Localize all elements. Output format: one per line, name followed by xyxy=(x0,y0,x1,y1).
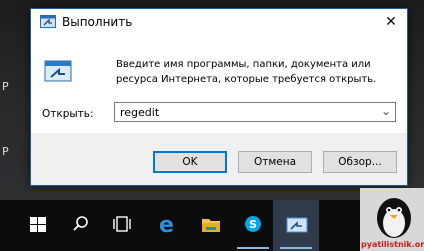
desktop-edge-glyphs: Р Р xyxy=(2,80,9,158)
dialog-content: Введите имя программы, папки, документа … xyxy=(31,35,407,133)
svg-text:e: e xyxy=(159,213,174,238)
site-watermark: pyatilistnik.org xyxy=(360,188,424,251)
run-app-large-icon xyxy=(44,60,72,82)
watermark-text: pyatilistnik.org xyxy=(361,240,424,249)
dialog-footer: OK Отмена Обзор... xyxy=(31,133,407,185)
open-label: Открыть: xyxy=(42,108,94,120)
skype-active-indicator xyxy=(237,247,269,249)
open-input-value[interactable]: regedit xyxy=(120,106,159,119)
task-view-icon[interactable] xyxy=(110,209,134,239)
close-button[interactable]: ✕ xyxy=(375,9,407,35)
run-active-indicator xyxy=(280,247,312,249)
run-dialog: Выполнить ✕ Введите имя программы, папки… xyxy=(30,8,408,186)
ok-button[interactable]: OK xyxy=(153,151,227,173)
close-icon: ✕ xyxy=(385,14,397,30)
dialog-description: Введите имя программы, папки, документа … xyxy=(116,59,377,85)
windows-start-icon[interactable] xyxy=(27,209,49,239)
file-explorer-icon[interactable] xyxy=(194,209,228,239)
edge-icon[interactable]: e xyxy=(150,209,184,239)
title-bar[interactable]: Выполнить ✕ xyxy=(31,9,407,35)
run-icon xyxy=(40,15,56,28)
chevron-down-icon[interactable]: ⌄ xyxy=(381,104,391,118)
open-combobox[interactable]: regedit ⌄ xyxy=(114,102,396,122)
svg-text:S: S xyxy=(249,218,257,231)
dialog-title: Выполнить xyxy=(62,15,133,29)
skype-icon[interactable]: S xyxy=(236,209,270,239)
cancel-button[interactable]: Отмена xyxy=(238,151,312,173)
run-app-icon[interactable] xyxy=(280,209,314,239)
search-icon[interactable] xyxy=(70,209,92,239)
browse-button[interactable]: Обзор... xyxy=(323,151,397,173)
penguin-logo-icon xyxy=(377,198,411,238)
